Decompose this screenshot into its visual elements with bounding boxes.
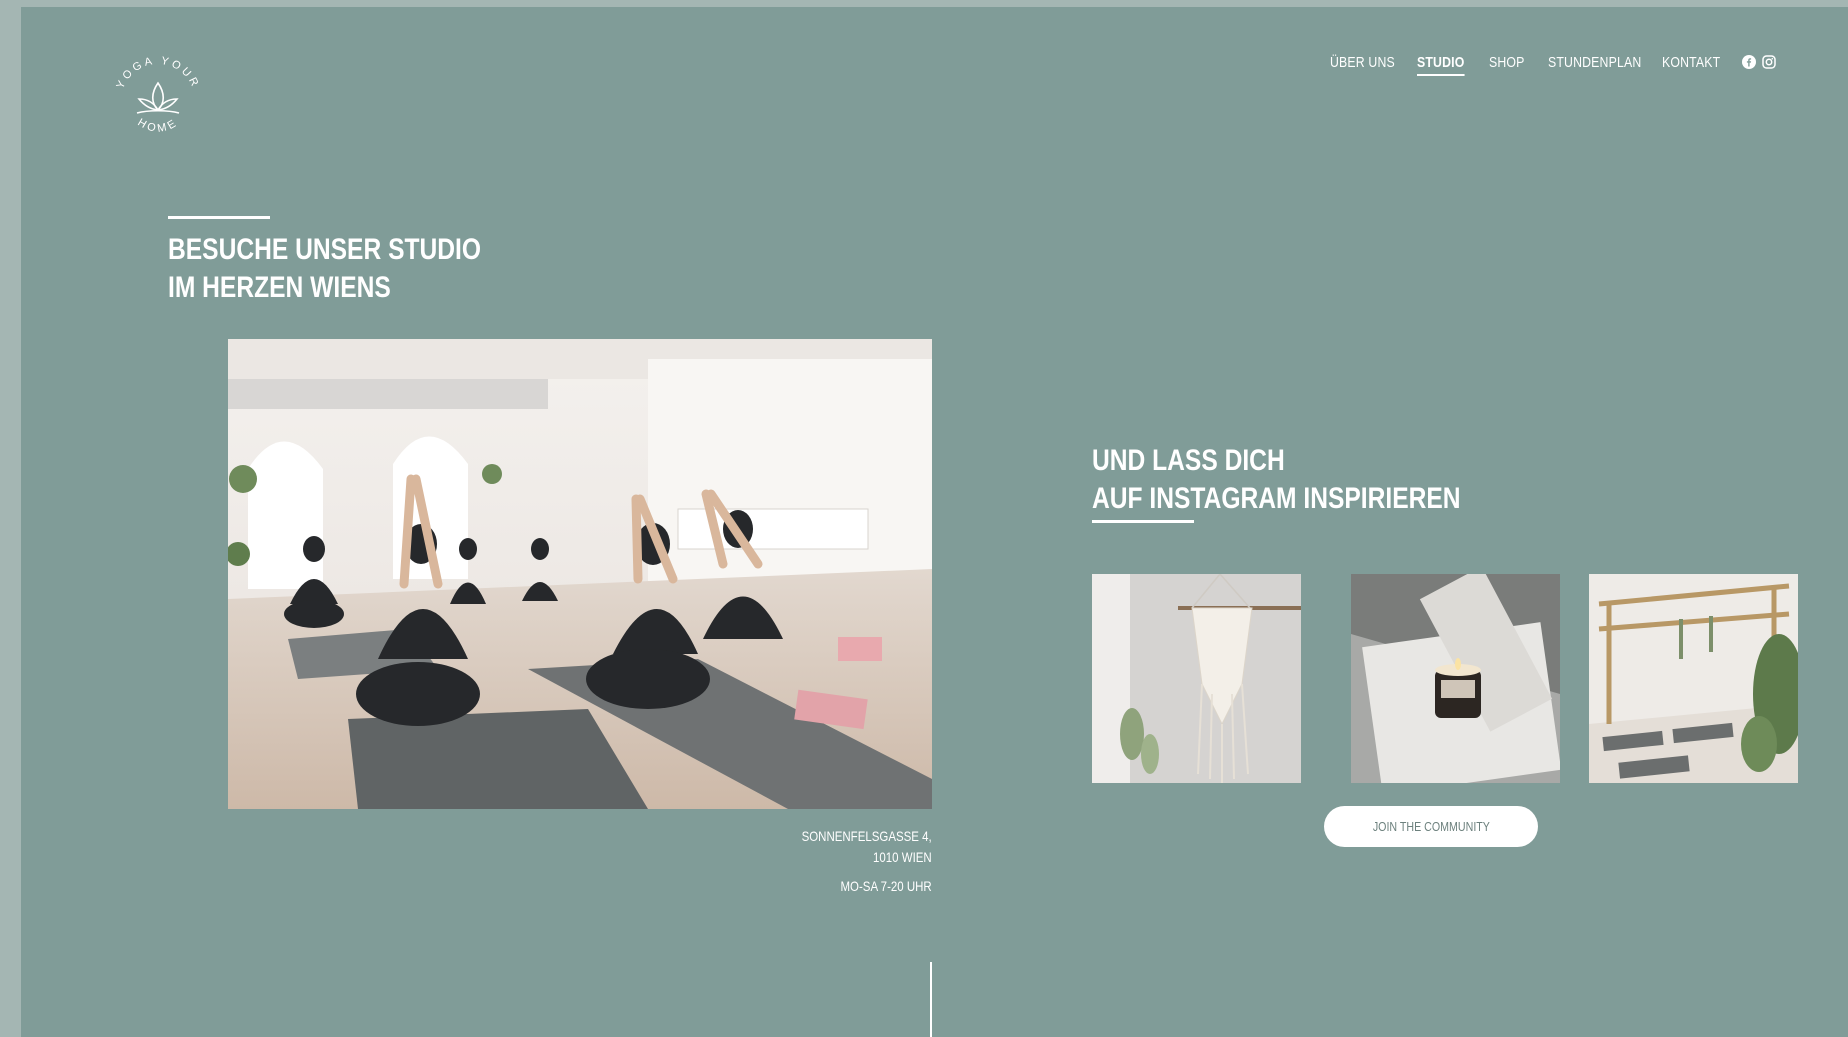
- candle-image: [1351, 574, 1560, 783]
- instagram-heading: UND LASS DICH AUF INSTAGRAM INSPIRIEREN: [1092, 442, 1461, 518]
- studio-heading-rule: [168, 216, 270, 219]
- facebook-link[interactable]: [1742, 55, 1756, 69]
- nav-item-ueber-uns[interactable]: ÜBER UNS: [1330, 54, 1395, 71]
- instagram-heading-line1: UND LASS DICH: [1092, 444, 1285, 477]
- instagram-icon: [1762, 55, 1776, 69]
- instagram-post-2[interactable]: [1351, 574, 1560, 783]
- address-line2: 1010 WIEN: [873, 849, 932, 865]
- studio-photo: [228, 339, 932, 809]
- logo-text-bottom: HOME: [135, 116, 177, 135]
- macrame-image: [1092, 574, 1301, 783]
- instagram-heading-line2: AUF INSTAGRAM INSPIRIEREN: [1092, 482, 1461, 515]
- yoga-class-image: [228, 339, 932, 809]
- section-divider-line: [930, 962, 932, 1037]
- opening-hours: MO-SA 7-20 UHR: [840, 878, 932, 894]
- main-navigation: ÜBER UNS STUDIO SHOP STUNDENPLAN KONTAKT: [21, 54, 1848, 84]
- instagram-post-1[interactable]: [1092, 574, 1301, 783]
- nav-item-kontakt[interactable]: KONTAKT: [1662, 54, 1720, 71]
- facebook-icon: [1742, 55, 1756, 69]
- join-community-button[interactable]: JOIN THE COMMUNITY: [1324, 806, 1538, 847]
- nav-item-studio[interactable]: STUDIO: [1417, 54, 1465, 76]
- studio-heading: BESUCHE UNSER STUDIO IM HERZEN WIENS: [168, 231, 481, 307]
- page: YOGA YOUR HOME ÜBER UNS STUDIO SHOP STUN…: [21, 7, 1848, 1037]
- join-community-label: JOIN THE COMMUNITY: [1372, 819, 1490, 834]
- address-line1: SONNENFELSGASSE 4,: [801, 828, 932, 844]
- studio-interior-image: [1589, 574, 1798, 783]
- instagram-link[interactable]: [1762, 55, 1776, 69]
- studio-heading-line2: IM HERZEN WIENS: [168, 271, 391, 304]
- svg-text:HOME: HOME: [135, 116, 180, 135]
- instagram-heading-rule: [1092, 520, 1194, 523]
- instagram-post-3[interactable]: [1589, 574, 1798, 783]
- nav-item-stundenplan[interactable]: STUNDENPLAN: [1548, 54, 1641, 71]
- studio-heading-line1: BESUCHE UNSER STUDIO: [168, 233, 482, 266]
- nav-item-shop[interactable]: SHOP: [1489, 54, 1525, 71]
- studio-address: SONNENFELSGASSE 4, 1010 WIEN MO-SA 7-20 …: [802, 826, 932, 897]
